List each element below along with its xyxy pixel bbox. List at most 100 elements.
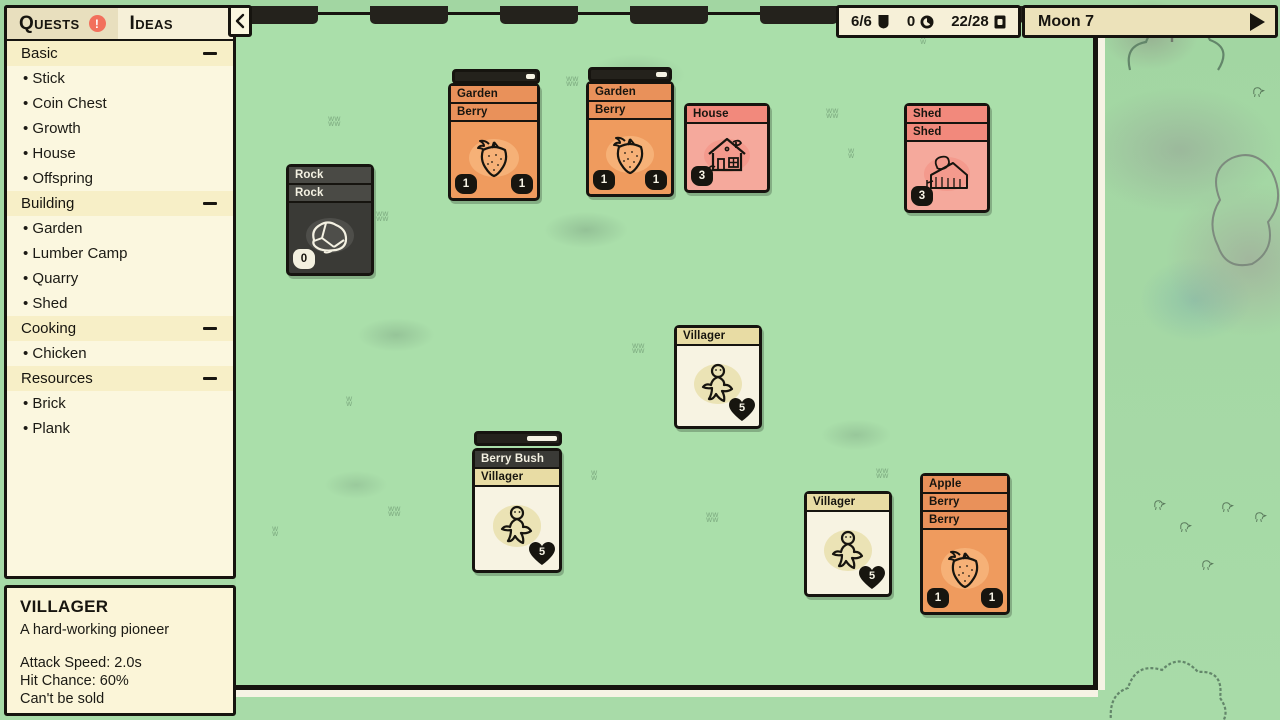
quest-group-cooking[interactable]: Cooking [7, 316, 233, 341]
card-header-label: Berry [923, 512, 1007, 530]
card-header-label: Garden [451, 86, 537, 104]
card-tooltip: VILLAGER A hard-working pioneer Attack S… [4, 585, 236, 716]
card-header-label: Garden [589, 84, 671, 102]
hand-card[interactable] [500, 6, 578, 24]
quest-item-garden[interactable]: • Garden [7, 216, 233, 241]
card-header-label: Shed [907, 124, 987, 142]
moon-label: Moon 7 [1038, 12, 1094, 30]
minus-icon[interactable] [203, 377, 217, 380]
card-progress-bar [588, 67, 672, 82]
card-value-badge: 1 [927, 588, 949, 608]
tooltip-stat: Attack Speed: 2.0s [20, 655, 142, 671]
card-body: 11 [589, 120, 671, 194]
grass-tuft: ʬʬ [826, 106, 839, 121]
card-value-badge: 1 [645, 170, 667, 190]
card-villager-1[interactable]: Villager 5 [674, 325, 762, 429]
card-health-value: 5 [868, 570, 876, 582]
card-value-badge: 0 [293, 249, 315, 269]
card-berrybush-villager[interactable]: Berry Bush Villager 5 [472, 448, 562, 573]
resource-hud: 6/6 0 22/28 [836, 5, 1021, 38]
bush-decoration [1109, 660, 1227, 720]
quest-item-growth[interactable]: • Growth [7, 116, 233, 141]
hand-card[interactable] [630, 6, 708, 24]
hud-food: 6/6 [851, 13, 890, 30]
minus-icon[interactable] [203, 327, 217, 330]
card-body: 11 [923, 530, 1007, 612]
tab-ideas-label: Ideas [129, 12, 173, 34]
card-body: 5 [677, 346, 759, 426]
quest-item-brick[interactable]: • Brick [7, 391, 233, 416]
minus-icon[interactable] [203, 52, 217, 55]
quest-group-resources[interactable]: Resources [7, 366, 233, 391]
card-header-label: Rock [289, 185, 371, 203]
grass-tuft: ʬʬ [876, 466, 889, 481]
grass-tuft: ʬ [591, 468, 598, 483]
quests-panel: Quests ! Ideas Basic • Stick • Coin Chest •… [4, 5, 236, 579]
grass-tuft: ʬʬ [632, 341, 645, 356]
quest-group-label: Building [21, 195, 75, 212]
card-garden-berry-1[interactable]: Garden Berry 1 1 [448, 83, 540, 201]
quest-item-chicken[interactable]: • Chicken [7, 341, 233, 366]
grass-tuft: ʬ [848, 146, 855, 161]
card-health-value: 5 [538, 546, 546, 558]
quest-group-building[interactable]: Building [7, 191, 233, 216]
card-house-1[interactable]: House 3 [684, 103, 770, 193]
panel-collapse-button[interactable] [228, 5, 252, 37]
hud-card-slots: 22/28 [951, 13, 1006, 30]
quests-alert-icon: ! [88, 15, 106, 32]
playfield[interactable]: ʬʬ ʬʬ ʬ ʬ ʬʬ ʬʬ ʬʬ ʬ ʬʬ ʬ ʬʬ ʬʬ ʬ Garden… [236, 6, 1228, 690]
quest-item-offspring[interactable]: • Offspring [7, 166, 233, 191]
quest-item-lumber-camp[interactable]: • Lumber Camp [7, 241, 233, 266]
quest-item-stick[interactable]: • Stick [7, 66, 233, 91]
card-shed-1[interactable]: Shed Shed 3 [904, 103, 990, 213]
quest-item-house[interactable]: • House [7, 141, 233, 166]
card-value-badge: 1 [981, 588, 1003, 608]
grass-tuft: ʬʬ [376, 209, 389, 224]
grass-tuft: ʬʬ [328, 114, 341, 129]
strawberry-icon [471, 135, 517, 186]
play-triangle-icon[interactable] [1250, 12, 1265, 31]
card-header-label: Berry [451, 104, 537, 122]
card-body: 5 [807, 512, 889, 594]
hud-coins-value: 0 [906, 13, 916, 30]
card-slot-icon [994, 15, 1006, 28]
grass-tuft: ʬ [272, 524, 279, 539]
card-body: 11 [451, 122, 537, 198]
minus-icon[interactable] [203, 202, 217, 205]
card-garden-berry-2[interactable]: Garden Berry 1 1 [586, 81, 674, 197]
card-header-label: Shed [907, 106, 987, 124]
card-body: 5 [475, 487, 559, 570]
quest-group-label: Basic [21, 45, 58, 62]
card-header-label: Apple [923, 476, 1007, 494]
tab-ideas[interactable]: Ideas [118, 8, 185, 39]
grass-tuft: ʬʬ [566, 74, 579, 89]
card-header-label: Berry Bush [475, 451, 559, 469]
quest-item-shed[interactable]: • Shed [7, 291, 233, 316]
tooltip-description: A hard-working pioneer [20, 622, 170, 638]
quest-item-plank[interactable]: • Plank [7, 416, 233, 441]
tab-quests[interactable]: Quests ! [7, 8, 118, 39]
grass-tuft: ʬ [346, 394, 353, 409]
quest-item-quarry[interactable]: • Quarry [7, 266, 233, 291]
hud-food-value: 6/6 [851, 13, 872, 30]
hand-card[interactable] [760, 6, 838, 24]
card-progress-fill [655, 72, 667, 77]
tooltip-stats: Attack Speed: 2.0s Hit Chance: 60% [7, 654, 233, 690]
card-body: 0 [289, 203, 371, 273]
card-body: 3 [907, 142, 987, 210]
panel-tabs: Quests ! Ideas [4, 5, 236, 39]
strawberry-icon [942, 546, 988, 597]
hand-card[interactable] [370, 6, 448, 24]
card-villager-2[interactable]: Villager 5 [804, 491, 892, 597]
quest-item-coin-chest[interactable]: • Coin Chest [7, 91, 233, 116]
card-rock-1[interactable]: Rock Rock 0 [286, 164, 374, 276]
chevron-left-icon [235, 13, 245, 29]
quest-group-basic[interactable]: Basic [7, 41, 233, 66]
card-progress-fill [527, 436, 557, 441]
card-progress-bar [474, 431, 562, 446]
card-header-label: Villager [807, 494, 889, 512]
card-header-label: House [687, 106, 767, 124]
tooltip-footer: Can't be sold [7, 689, 233, 713]
card-apple-berry-berry[interactable]: Apple Berry Berry 1 1 [920, 473, 1010, 615]
tab-quests-label: Quests [19, 12, 80, 34]
